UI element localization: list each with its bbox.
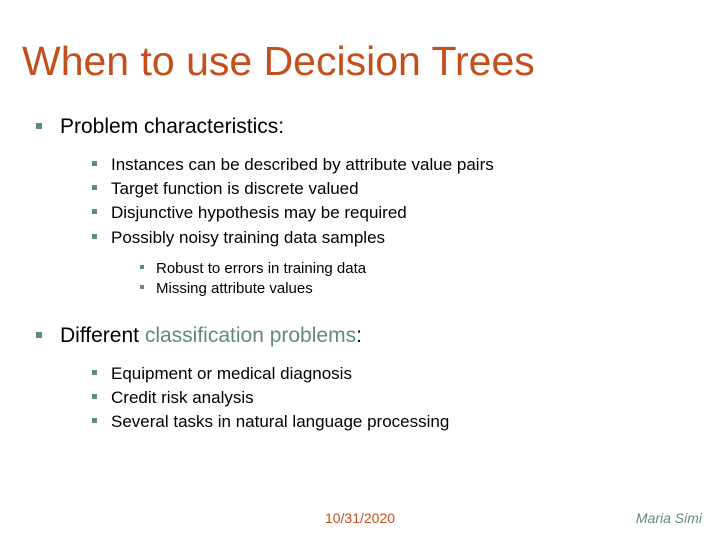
square-bullet-icon (36, 332, 42, 338)
list-item: Target function is discrete valued (92, 178, 720, 200)
list-item: Credit risk analysis (92, 387, 720, 409)
heading-suffix: : (356, 324, 362, 347)
list-item: Robust to errors in training data (140, 259, 720, 279)
square-bullet-icon (92, 161, 97, 166)
list-item: Equipment or medical diagnosis (92, 363, 720, 385)
list-item-text: Several tasks in natural language proces… (111, 411, 449, 433)
section1-heading-text: Problem characteristics: (60, 113, 284, 140)
square-bullet-icon (92, 394, 97, 399)
square-bullet-icon (92, 418, 97, 423)
list-item-text: Missing attribute values (156, 279, 313, 299)
square-bullet-icon (140, 265, 144, 269)
square-bullet-icon (92, 209, 97, 214)
square-bullet-icon (36, 123, 42, 129)
list-item: Missing attribute values (140, 279, 720, 299)
square-bullet-icon (92, 370, 97, 375)
slide-content: Problem characteristics: Instances can b… (0, 85, 720, 441)
square-bullet-icon (92, 185, 97, 190)
square-bullet-icon (92, 234, 97, 239)
square-bullet-icon (140, 285, 144, 289)
list-item: Several tasks in natural language proces… (92, 411, 720, 433)
list-item: Possibly noisy training data samples (92, 227, 720, 249)
list-item-text: Target function is discrete valued (111, 178, 359, 200)
section-heading: Different classification problems: (36, 322, 720, 349)
heading-teal: classification problems (145, 324, 356, 347)
list-item-text: Disjunctive hypothesis may be required (111, 202, 407, 224)
footer-author: Maria Simi (636, 510, 702, 526)
heading-prefix: Different (60, 324, 145, 347)
section1-sublist: Robust to errors in training data Missin… (92, 251, 720, 306)
section2-list: Equipment or medical diagnosis Credit ri… (36, 353, 720, 441)
section1-list: Instances can be described by attribute … (36, 144, 720, 311)
slide-title: When to use Decision Trees (0, 0, 720, 85)
footer-date: 10/31/2020 (0, 510, 720, 526)
list-item-text: Credit risk analysis (111, 387, 254, 409)
section2-heading-text: Different classification problems: (60, 322, 362, 349)
list-item-text: Robust to errors in training data (156, 259, 366, 279)
list-item: Instances can be described by attribute … (92, 154, 720, 176)
list-item-text: Equipment or medical diagnosis (111, 363, 352, 385)
list-item: Disjunctive hypothesis may be required (92, 202, 720, 224)
section-heading: Problem characteristics: (36, 113, 720, 140)
list-item-text: Instances can be described by attribute … (111, 154, 494, 176)
list-item-text: Possibly noisy training data samples (111, 227, 385, 249)
